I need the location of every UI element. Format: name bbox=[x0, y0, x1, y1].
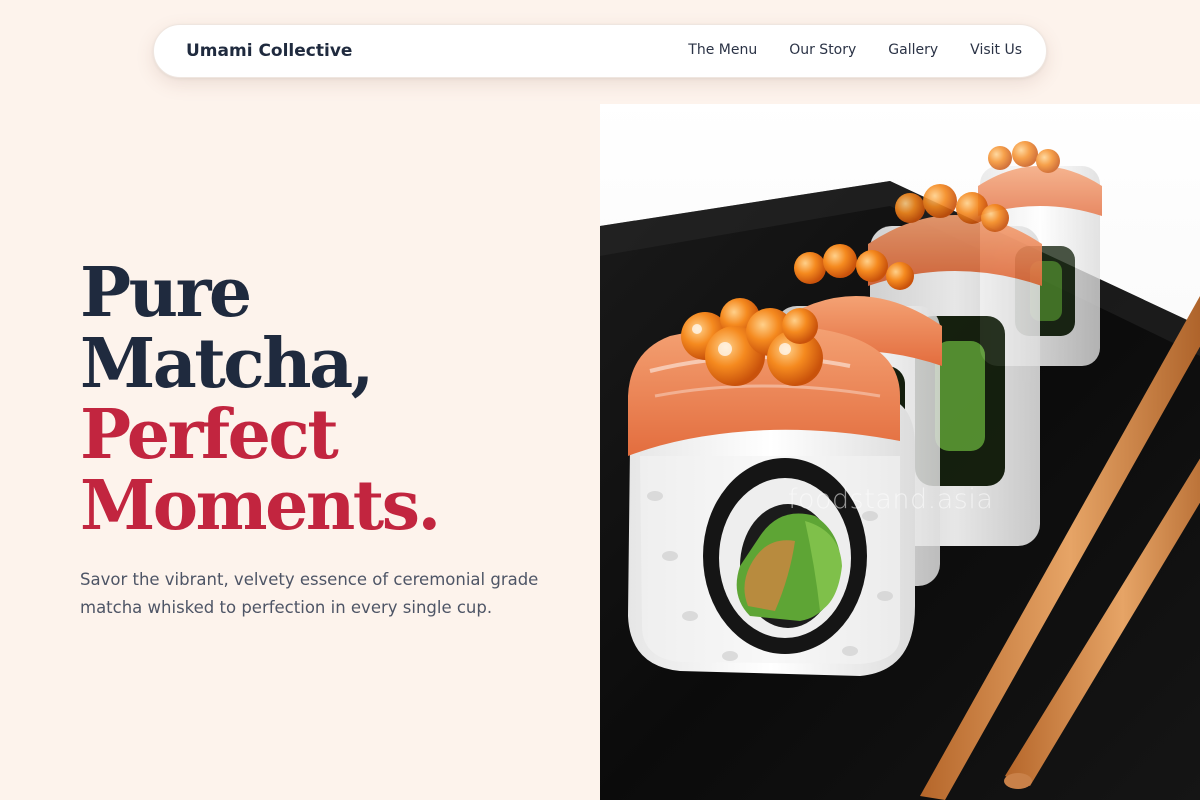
nav-link-visit-us[interactable]: Visit Us bbox=[970, 42, 1022, 58]
top-navbar: Umami Collective The Menu Our Story Gall… bbox=[153, 24, 1047, 78]
nav-link-our-story[interactable]: Our Story bbox=[789, 42, 856, 58]
headline-line-4: Moments. bbox=[80, 466, 441, 546]
hero-headline: Pure Matcha, Perfect Moments. bbox=[80, 253, 441, 546]
image-watermark: foodstand.asia bbox=[788, 484, 994, 515]
nav-links: The Menu Our Story Gallery Visit Us bbox=[656, 42, 1022, 58]
headline-line-3: Perfect bbox=[80, 395, 339, 475]
sushi-photo bbox=[600, 96, 1200, 800]
headline-line-2: Matcha, bbox=[80, 324, 374, 404]
nav-link-menu[interactable]: The Menu bbox=[688, 42, 757, 58]
headline-line-1: Pure bbox=[80, 253, 252, 333]
hero-description: Savor the vibrant, velvety essence of ce… bbox=[80, 570, 539, 617]
nav-link-gallery[interactable]: Gallery bbox=[888, 42, 938, 58]
brand-logo[interactable]: Umami Collective bbox=[186, 41, 352, 61]
hero-sushi-image: foodstand.asia bbox=[600, 96, 1200, 800]
